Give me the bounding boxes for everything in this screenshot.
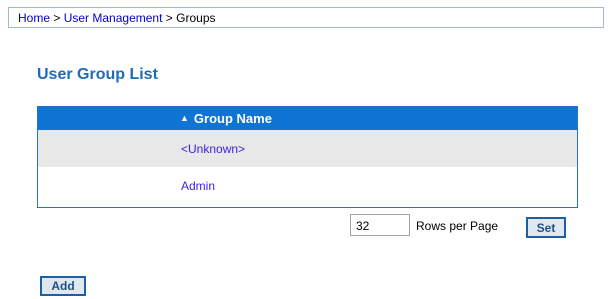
group-name-cell: <Unknown> (181, 142, 245, 156)
group-name-header-label: Group Name (193, 111, 272, 126)
table-row: Admin (38, 167, 577, 204)
breadcrumb-home-link[interactable]: Home (18, 11, 50, 25)
group-table: ▲ Group Name <Unknown> Admin (37, 106, 578, 208)
rows-per-page-input[interactable] (350, 214, 410, 236)
table-row: <Unknown> (38, 130, 577, 167)
set-button[interactable]: Set (526, 217, 566, 238)
group-link-admin[interactable]: Admin (181, 179, 215, 193)
breadcrumb: Home > User Management > Groups (8, 7, 604, 28)
breadcrumb-separator: > (165, 11, 173, 25)
group-name-cell: Admin (181, 179, 215, 193)
group-name-column-header[interactable]: ▲ Group Name (180, 111, 272, 126)
table-header: ▲ Group Name (38, 107, 577, 130)
add-button[interactable]: Add (40, 276, 86, 296)
sort-asc-icon: ▲ (180, 112, 189, 123)
page-title: User Group List (37, 66, 158, 83)
breadcrumb-separator: > (53, 11, 61, 25)
breadcrumb-user-management-link[interactable]: User Management (64, 11, 163, 25)
group-link-unknown[interactable]: <Unknown> (181, 142, 245, 156)
breadcrumb-current: Groups (176, 11, 216, 25)
rows-per-page-label: Rows per Page (416, 219, 499, 233)
